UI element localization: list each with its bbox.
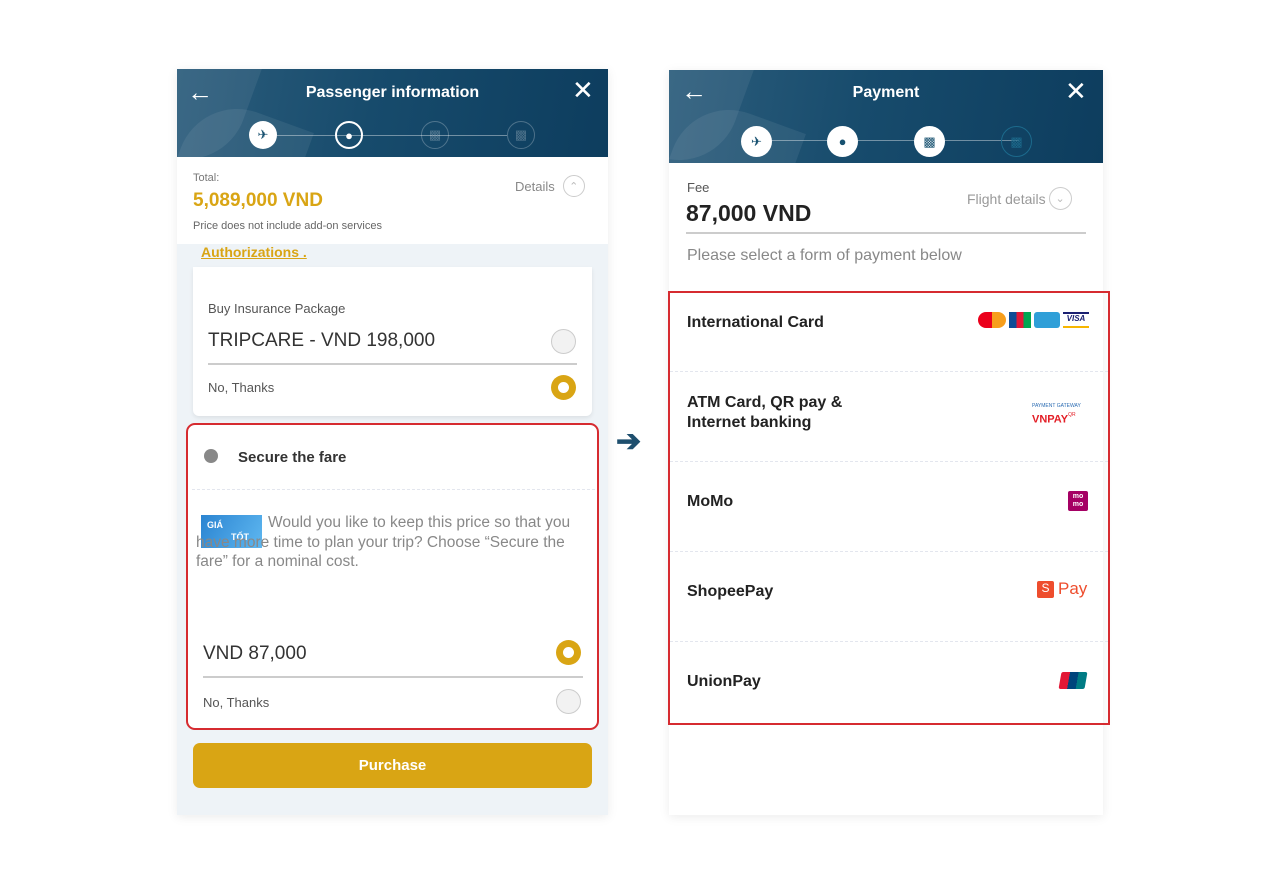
payment-instruction: Please select a form of payment below	[687, 247, 962, 264]
total-amount: 5,089,000 VND	[193, 190, 323, 211]
page-title: Passenger information	[305, 84, 480, 101]
secure-fare-option-label: VND 87,000	[203, 643, 307, 664]
tripcare-radio[interactable]	[551, 329, 576, 354]
page-title: Payment	[852, 84, 920, 101]
step-luggage-icon: ▩	[421, 121, 449, 149]
step-plane-icon: ✈	[741, 126, 772, 157]
total-label: Total:	[193, 172, 220, 184]
shopeepay-logo: S Pay	[1037, 579, 1087, 599]
close-button[interactable]: ✕	[1065, 76, 1087, 107]
step-passengers-icon: ●	[335, 121, 363, 149]
flight-details-toggle[interactable]: Flight details ⌄	[967, 187, 1072, 210]
amex-logo	[1034, 312, 1060, 328]
fee-amount: 87,000 VND	[686, 200, 812, 226]
payment-method-shopeepay[interactable]: ShopeePay S Pay	[670, 552, 1108, 642]
flight-details-label: Flight details	[967, 190, 1046, 207]
header: ← Passenger information ✕ ✈ ● ▩ ▩	[177, 69, 608, 157]
insurance-no-radio[interactable]	[551, 375, 576, 400]
secure-no-radio[interactable]	[556, 689, 581, 714]
passenger-info-screen: ← Passenger information ✕ ✈ ● ▩ ▩ Total:…	[177, 69, 608, 815]
payment-method-unionpay[interactable]: UnionPay	[670, 642, 1108, 723]
secure-fare-icon	[204, 449, 218, 463]
tripcare-option-label: TRIPCARE - VND 198,000	[208, 330, 436, 351]
step-luggage-icon: ▩	[914, 126, 945, 157]
details-toggle[interactable]: Details ⌃	[515, 175, 585, 197]
secure-fare-description: Would you like to keep this price so tha…	[196, 514, 571, 570]
step-passengers-icon: ●	[827, 126, 858, 157]
header: ← Payment ✕ ✈ ● ▩ ▩	[669, 70, 1103, 163]
payment-method-international-card[interactable]: International Card VISA	[670, 293, 1108, 372]
chevron-down-icon: ⌄	[1048, 187, 1072, 210]
vnpay-logo: PAYMENT GATEWAY VNPAYQR	[1032, 403, 1081, 426]
payment-method-atm-qr[interactable]: ATM Card, QR pay & Internet banking PAYM…	[670, 372, 1108, 462]
price-note: Price does not include add-on services	[193, 220, 382, 232]
card-logos: VISA	[978, 312, 1089, 328]
payment-methods-list: International Card VISA ATM Card, QR pay…	[668, 291, 1110, 725]
visa-logo: VISA	[1063, 312, 1089, 328]
chevron-up-icon: ⌃	[562, 175, 585, 197]
unionpay-logo	[1058, 672, 1088, 689]
payment-screen: ← Payment ✕ ✈ ● ▩ ▩ Fee 87,000 VND Fligh…	[668, 70, 1110, 815]
secure-no-label: No, Thanks	[203, 695, 270, 710]
step-plane-icon: ✈	[249, 121, 277, 149]
fee-label: Fee	[687, 180, 710, 195]
insurance-card: Buy Insurance Package TRIPCARE - VND 198…	[193, 267, 592, 416]
purchase-button[interactable]: Purchase	[193, 743, 592, 788]
insurance-no-label: No, Thanks	[208, 380, 275, 395]
details-label: Details	[515, 178, 555, 194]
insurance-label: Buy Insurance Package	[208, 301, 346, 316]
arrow-right-icon: ➔	[616, 425, 642, 458]
mastercard-logo	[978, 312, 1006, 328]
momo-logo: mo mo	[1068, 491, 1088, 511]
secure-fare-card: Secure the fare GIÁ TỐT Would you like to…	[186, 423, 599, 730]
total-summary: Total: 5,089,000 VND Price does not incl…	[177, 157, 608, 244]
step-wallet-icon: ▩	[1001, 126, 1032, 157]
step-wallet-icon: ▩	[507, 121, 535, 149]
authorizations-link[interactable]: Authorizations .	[201, 244, 307, 260]
payment-method-momo[interactable]: MoMo mo mo	[670, 462, 1108, 552]
close-button[interactable]: ✕	[572, 75, 594, 106]
secure-fare-radio[interactable]	[556, 640, 581, 665]
secure-fare-title: Secure the fare	[238, 449, 347, 466]
jcb-logo	[1009, 312, 1031, 328]
